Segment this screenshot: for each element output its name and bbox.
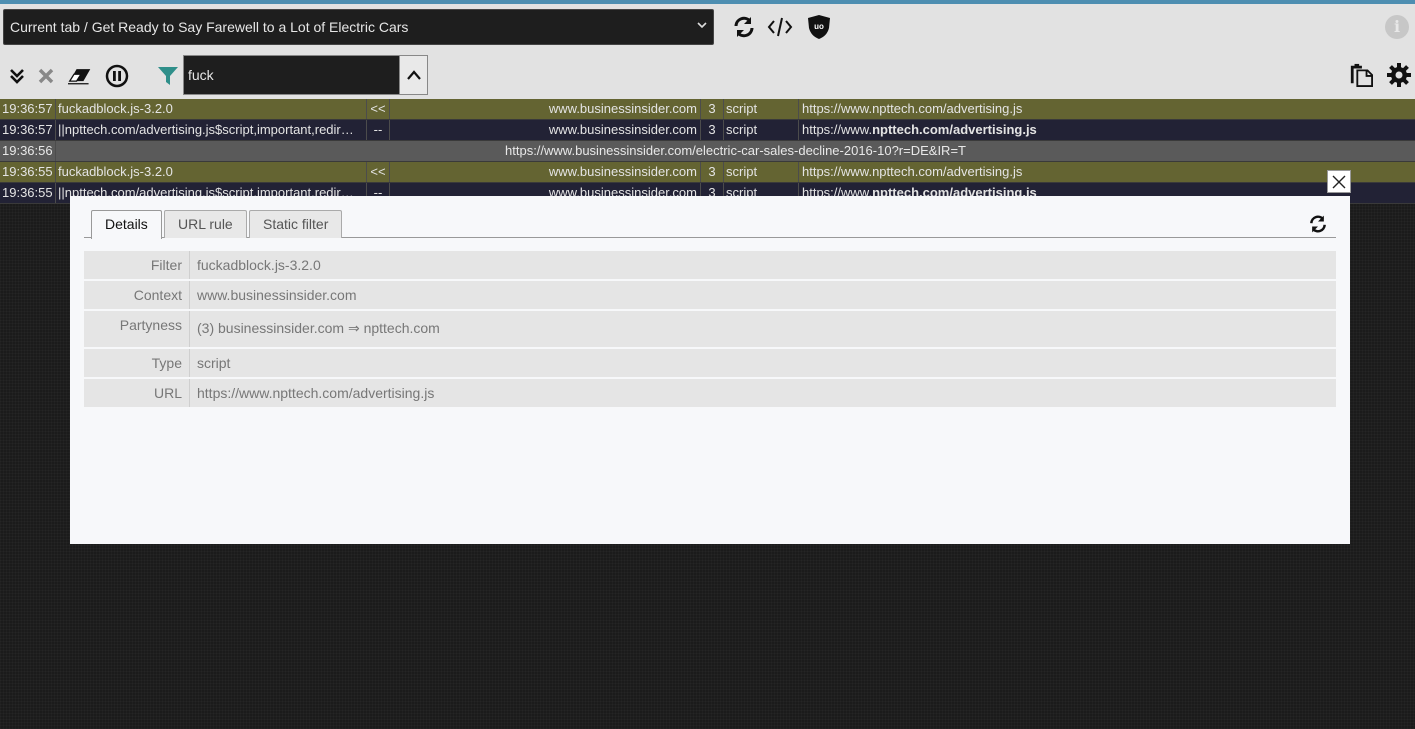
info-icon[interactable]: i [1385,15,1409,39]
chevron-up-icon [406,70,421,80]
details-value: script [197,355,231,371]
logger-table: 19:36:57 fuckadblock.js-3.2.0 << www.bus… [0,99,1415,204]
log-url: https://www.npttech.com/advertising.js [799,120,1415,140]
details-label: URL [84,379,190,407]
log-time: 19:36:55 [0,162,56,182]
log-row[interactable]: 19:36:55 fuckadblock.js-3.2.0 << www.bus… [0,162,1415,183]
log-partyness: 3 [701,99,724,119]
expand-down-icon[interactable] [5,64,29,88]
refresh-icon[interactable] [1308,214,1330,236]
clipboard-icon[interactable] [1349,63,1373,87]
ublock-shield-icon[interactable]: uo [806,14,832,40]
log-url-text: https://www.npttech.com/advertising.js [802,101,1023,116]
details-label: Type [84,349,190,377]
log-filter: fuckadblock.js-3.2.0 [56,162,367,182]
log-type: script [724,162,799,182]
log-type: script [724,99,799,119]
log-direction: << [367,99,390,119]
details-row-context: Context www.businessinsider.com [84,281,1336,311]
log-toolbar [0,52,1415,99]
refresh-icon[interactable] [731,14,757,40]
log-direction: << [367,162,390,182]
details-table: Filter fuckadblock.js-3.2.0 Context www.… [84,251,1336,409]
pause-icon[interactable] [105,64,129,88]
log-url-text: https://www.npttech.com/advertising.js [802,164,1023,179]
log-row[interactable]: 19:36:57 fuckadblock.js-3.2.0 << www.bus… [0,99,1415,120]
svg-text:uo: uo [814,22,824,31]
filter-funnel-icon[interactable] [156,64,180,88]
details-label: Context [84,281,190,309]
log-partyness: 3 [701,162,724,182]
filter-input[interactable] [185,57,399,93]
details-value: www.businessinsider.com [197,287,357,303]
eraser-icon[interactable] [68,64,92,88]
log-context: www.businessinsider.com [390,99,701,119]
modal-tabs: Details URL rule Static filter [84,210,1336,239]
log-context: www.businessinsider.com [390,120,701,140]
gear-icon[interactable] [1387,63,1411,87]
log-context: www.businessinsider.com [390,162,701,182]
details-row-filter: Filter fuckadblock.js-3.2.0 [84,251,1336,281]
log-time: 19:36:57 [0,99,56,119]
filter-box [183,55,428,95]
log-time: 19:36:55 [0,183,56,203]
clear-x-icon[interactable] [34,64,58,88]
log-document-url: https://www.businessinsider.com/electric… [505,143,966,158]
details-value: fuckadblock.js-3.2.0 [197,257,321,273]
details-value: (3) businessinsider.com ⇒ npttech.com [197,320,440,336]
modal-close-button[interactable] [1327,170,1351,193]
log-url-text: https://www. [802,122,873,137]
log-row-document[interactable]: 19:36:56 https://www.businessinsider.com… [0,141,1415,162]
details-row-type: Type script [84,349,1336,379]
code-icon[interactable] [767,14,793,40]
log-row[interactable]: 19:36:57 ||npttech.com/advertising.js$sc… [0,120,1415,141]
tab-selector[interactable]: Current tab / Get Ready to Say Farewell … [3,9,714,45]
log-url-highlight: npttech.com/advertising.js [872,122,1037,137]
tab-selector-value: Current tab / Get Ready to Say Farewell … [10,19,409,35]
entry-details-modal: Details URL rule Static filter Filter fu… [70,196,1350,544]
details-row-partyness: Partyness (3) businessinsider.com ⇒ nptt… [84,311,1336,349]
tab-url-rule[interactable]: URL rule [164,210,247,238]
log-url: https://www.npttech.com/advertising.js [799,99,1415,119]
filter-expand-button[interactable] [399,56,427,94]
details-label: Filter [84,251,190,279]
close-icon [1332,175,1346,188]
log-filter: ||npttech.com/advertising.js$script,impo… [56,120,367,140]
log-type: script [724,120,799,140]
top-toolbar: Current tab / Get Ready to Say Farewell … [0,4,1415,52]
tab-static-filter[interactable]: Static filter [249,210,343,238]
details-label: Partyness [84,311,190,347]
log-time: 19:36:57 [0,120,56,140]
log-filter: fuckadblock.js-3.2.0 [56,99,367,119]
tab-details[interactable]: Details [91,210,162,239]
chevron-down-icon [697,22,707,29]
log-partyness: 3 [701,120,724,140]
details-value: https://www.npttech.com/advertising.js [197,385,435,401]
log-url: https://www.npttech.com/advertising.js [799,162,1415,182]
log-time: 19:36:56 [0,141,56,161]
log-direction: -- [367,120,390,140]
details-row-url: URL https://www.npttech.com/advertising.… [84,379,1336,409]
